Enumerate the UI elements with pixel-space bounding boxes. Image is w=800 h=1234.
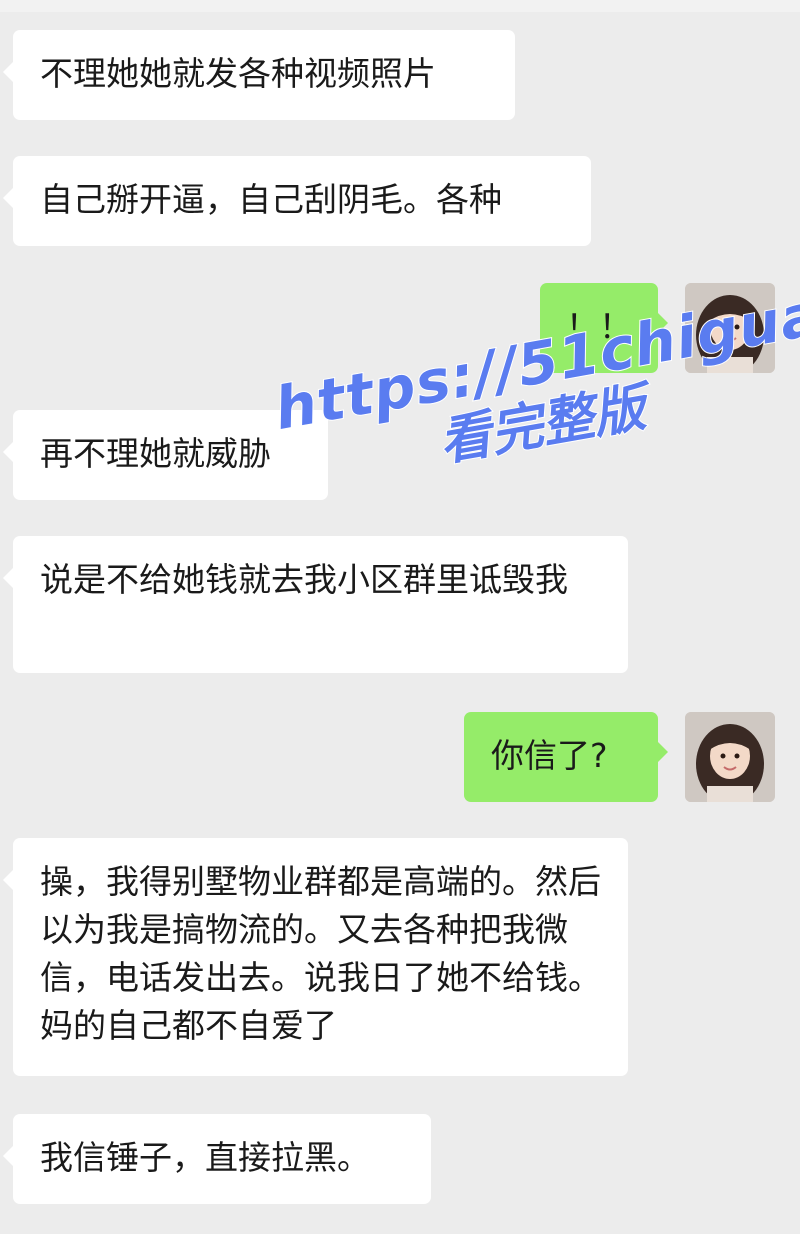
message-bubble-outgoing[interactable]: 你信了? xyxy=(464,712,668,802)
message-text: 不理她她就发各种视频照片 xyxy=(40,54,436,93)
message-text: 自己掰开逼，自己刮阴毛。各种 xyxy=(40,180,502,219)
girl-avatar-icon xyxy=(685,283,775,373)
message-text: 再不理她就威胁 xyxy=(40,434,271,473)
message-bubble-incoming[interactable]: 操，我得别墅物业群都是高端的。然后以为我是搞物流的。又去各种把我微信，电话发出去… xyxy=(3,838,628,1076)
message-bubble-incoming[interactable]: 说是不给她钱就去我小区群里诋毁我 xyxy=(3,536,628,673)
message-bubble-incoming[interactable]: 我信锤子，直接拉黑。 xyxy=(3,1114,431,1204)
message-bubble-incoming[interactable]: 不理她她就发各种视频照片 xyxy=(3,30,515,120)
message-text: 你信了? xyxy=(491,736,608,775)
message-text: 我信锤子，直接拉黑。 xyxy=(40,1138,370,1177)
avatar[interactable] xyxy=(685,712,775,802)
watermark-caption: 看完整版 xyxy=(434,377,651,474)
message-bubble-incoming[interactable]: 自己掰开逼，自己刮阴毛。各种 xyxy=(3,156,591,246)
message-text: 说是不给她钱就去我小区群里诋毁我 xyxy=(40,560,568,599)
girl-avatar-icon xyxy=(685,712,775,802)
avatar[interactable] xyxy=(685,283,775,373)
message-text: 操，我得别墅物业群都是高端的。然后以为我是搞物流的。又去各种把我微信，电话发出去… xyxy=(40,862,601,1045)
message-bubble-outgoing[interactable]: ！！ xyxy=(540,283,668,373)
top-status-strip xyxy=(0,0,800,12)
message-text: ！！ xyxy=(566,307,632,346)
message-bubble-incoming[interactable]: 再不理她就威胁 xyxy=(3,410,328,500)
